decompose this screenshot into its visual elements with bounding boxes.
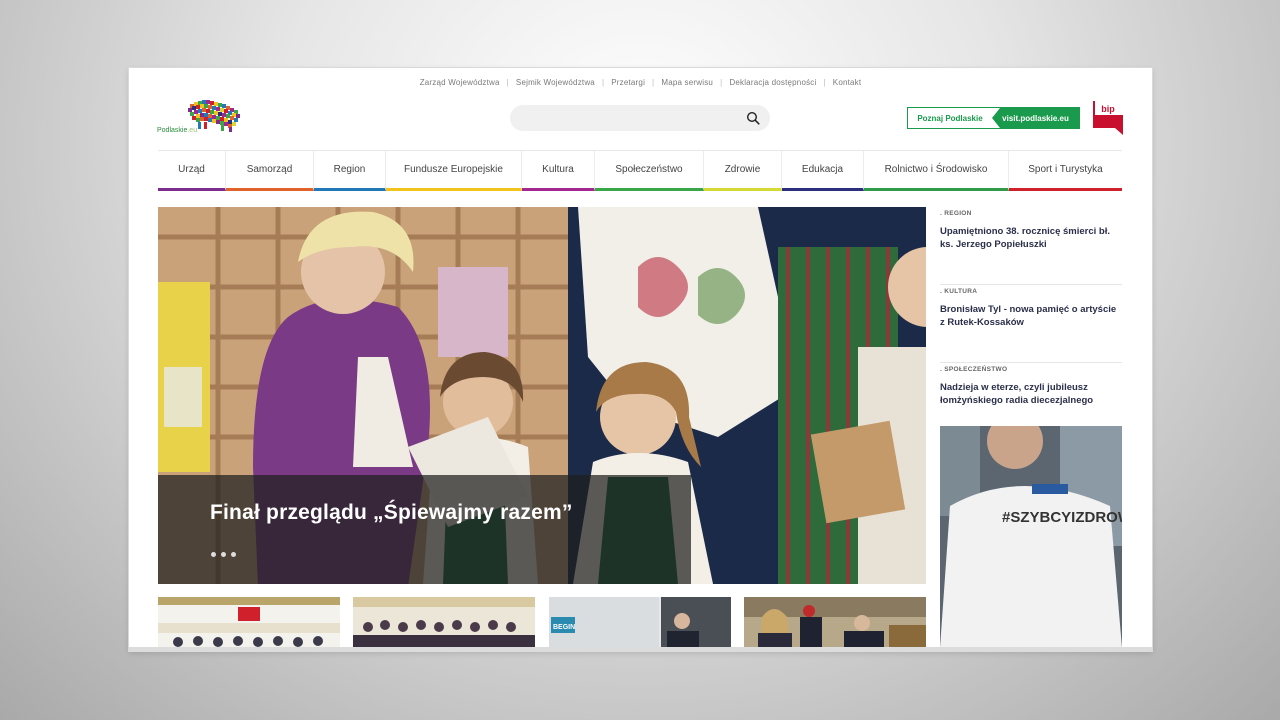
search-icon[interactable] [746, 111, 760, 125]
topnav-mapa[interactable]: Mapa serwisu [661, 78, 713, 87]
sidebar-promo-photo[interactable]: #SZYBCYIZDROWI [940, 426, 1122, 648]
hero-title[interactable]: Finał przeglądu „Śpiewajmy razem” [210, 501, 573, 525]
slider-dot[interactable] [221, 552, 226, 557]
nav-label: Fundusze Europejskie [404, 164, 503, 175]
topnav-deklaracja[interactable]: Deklaracja dostępności [729, 78, 816, 87]
thumbnail-slide-text: BEGIN [553, 624, 575, 631]
nav-label: Edukacja [801, 164, 844, 175]
news-title[interactable]: Bronisław Tyl - nowa pamięć o artyście z… [940, 303, 1122, 329]
nav-label: Urząd [178, 164, 205, 175]
news-category: . REGION [940, 210, 972, 217]
nav-kultura[interactable]: Kultura [522, 151, 595, 191]
nav-region[interactable]: Region [314, 151, 386, 191]
search-bar[interactable] [510, 105, 770, 131]
bip-flag-icon: bip [1093, 101, 1123, 135]
bip-link[interactable]: bip [1093, 101, 1123, 135]
nav-zdrowie[interactable]: Zdrowie [704, 151, 782, 191]
news-thumbnail[interactable] [353, 597, 535, 651]
bip-label: bip [1101, 104, 1115, 114]
slider-dot[interactable] [211, 552, 216, 557]
thumbnail-image [158, 597, 340, 651]
news-category: . KULTURA [940, 288, 978, 295]
news-thumbnails: BEGIN [158, 597, 926, 651]
logo-text-suffix: .eu [187, 127, 198, 134]
promo-slogan: #SZYBCYIZDROWI [1002, 509, 1122, 526]
news-thumbnail[interactable] [744, 597, 926, 651]
thumbnail-image [744, 597, 926, 651]
nav-sport[interactable]: Sport i Turystyka [1009, 151, 1122, 191]
topnav-kontakt[interactable]: Kontakt [833, 78, 862, 87]
topnav-przetargi[interactable]: Przetargi [611, 78, 645, 87]
nav-edukacja[interactable]: Edukacja [782, 151, 864, 191]
nav-label: Zdrowie [724, 164, 761, 175]
nav-spoleczenstwo[interactable]: Społeczeństwo [595, 151, 704, 191]
thumbnail-image: BEGIN [549, 597, 731, 651]
logo-text-main: Podlaskie [157, 127, 188, 134]
nav-samorzad[interactable]: Samorząd [226, 151, 314, 191]
visit-right-label: visit.podlaskie.eu [992, 108, 1079, 128]
visit-left-label: Poznaj Podlaskie [917, 113, 983, 123]
news-category: . SPOŁECZEŃSTWO [940, 366, 1008, 373]
slider-dot[interactable] [231, 552, 236, 557]
nav-label: Sport i Turystyka [1028, 164, 1103, 175]
logo-wordmark: Podlaskie.eu [157, 127, 197, 134]
promo-image: #SZYBCYIZDROWI [940, 426, 1122, 648]
nav-label: Kultura [542, 164, 574, 175]
nav-label: Samorząd [246, 164, 293, 175]
nav-label: Rolnictwo i Środowisko [884, 164, 988, 175]
nav-label: Region [333, 164, 366, 175]
browser-page: Zarząd Województwa | Sejmik Województwa | Pr… [129, 68, 1152, 651]
top-utility-nav: Zarząd Województwa | Sejmik Województwa | Pr… [419, 78, 862, 87]
hero-slider[interactable]: Finał przeglądu „Śpiewajmy razem” [158, 207, 926, 584]
side-news-item[interactable]: . KULTURA Bronisław Tyl - nowa pamięć o … [940, 285, 1122, 363]
main-navigation: Urząd Samorząd Region Fundusze Europejsk… [158, 150, 1122, 191]
nav-fundusze[interactable]: Fundusze Europejskie [386, 151, 522, 191]
side-news-item[interactable]: . REGION Upamiętniono 38. rocznicę śmier… [940, 207, 1122, 285]
visit-podlaskie-button[interactable]: Poznaj Podlaskie visit.podlaskie.eu [907, 107, 1080, 129]
topnav-zarzad[interactable]: Zarząd Województwa [420, 78, 500, 87]
nav-urzad[interactable]: Urząd [158, 151, 226, 191]
news-thumbnail[interactable] [158, 597, 340, 651]
site-logo[interactable]: Podlaskie.eu [157, 98, 247, 138]
news-title[interactable]: Upamiętniono 38. rocznicę śmierci bł. ks… [940, 225, 1122, 251]
sidebar-news: . REGION Upamiętniono 38. rocznicę śmier… [940, 207, 1122, 441]
news-thumbnail[interactable]: BEGIN [549, 597, 731, 651]
topnav-sejmik[interactable]: Sejmik Województwa [516, 78, 595, 87]
page-bottom-edge [129, 647, 1152, 652]
hero-caption: Finał przeglądu „Śpiewajmy razem” [158, 475, 691, 584]
nav-label: Społeczeństwo [615, 164, 683, 175]
news-title[interactable]: Nadzieja w eterze, czyli jubileusz łomży… [940, 381, 1122, 407]
slider-dots [211, 552, 236, 557]
thumbnail-image [353, 597, 535, 651]
nav-rolnictwo[interactable]: Rolnictwo i Środowisko [864, 151, 1009, 191]
